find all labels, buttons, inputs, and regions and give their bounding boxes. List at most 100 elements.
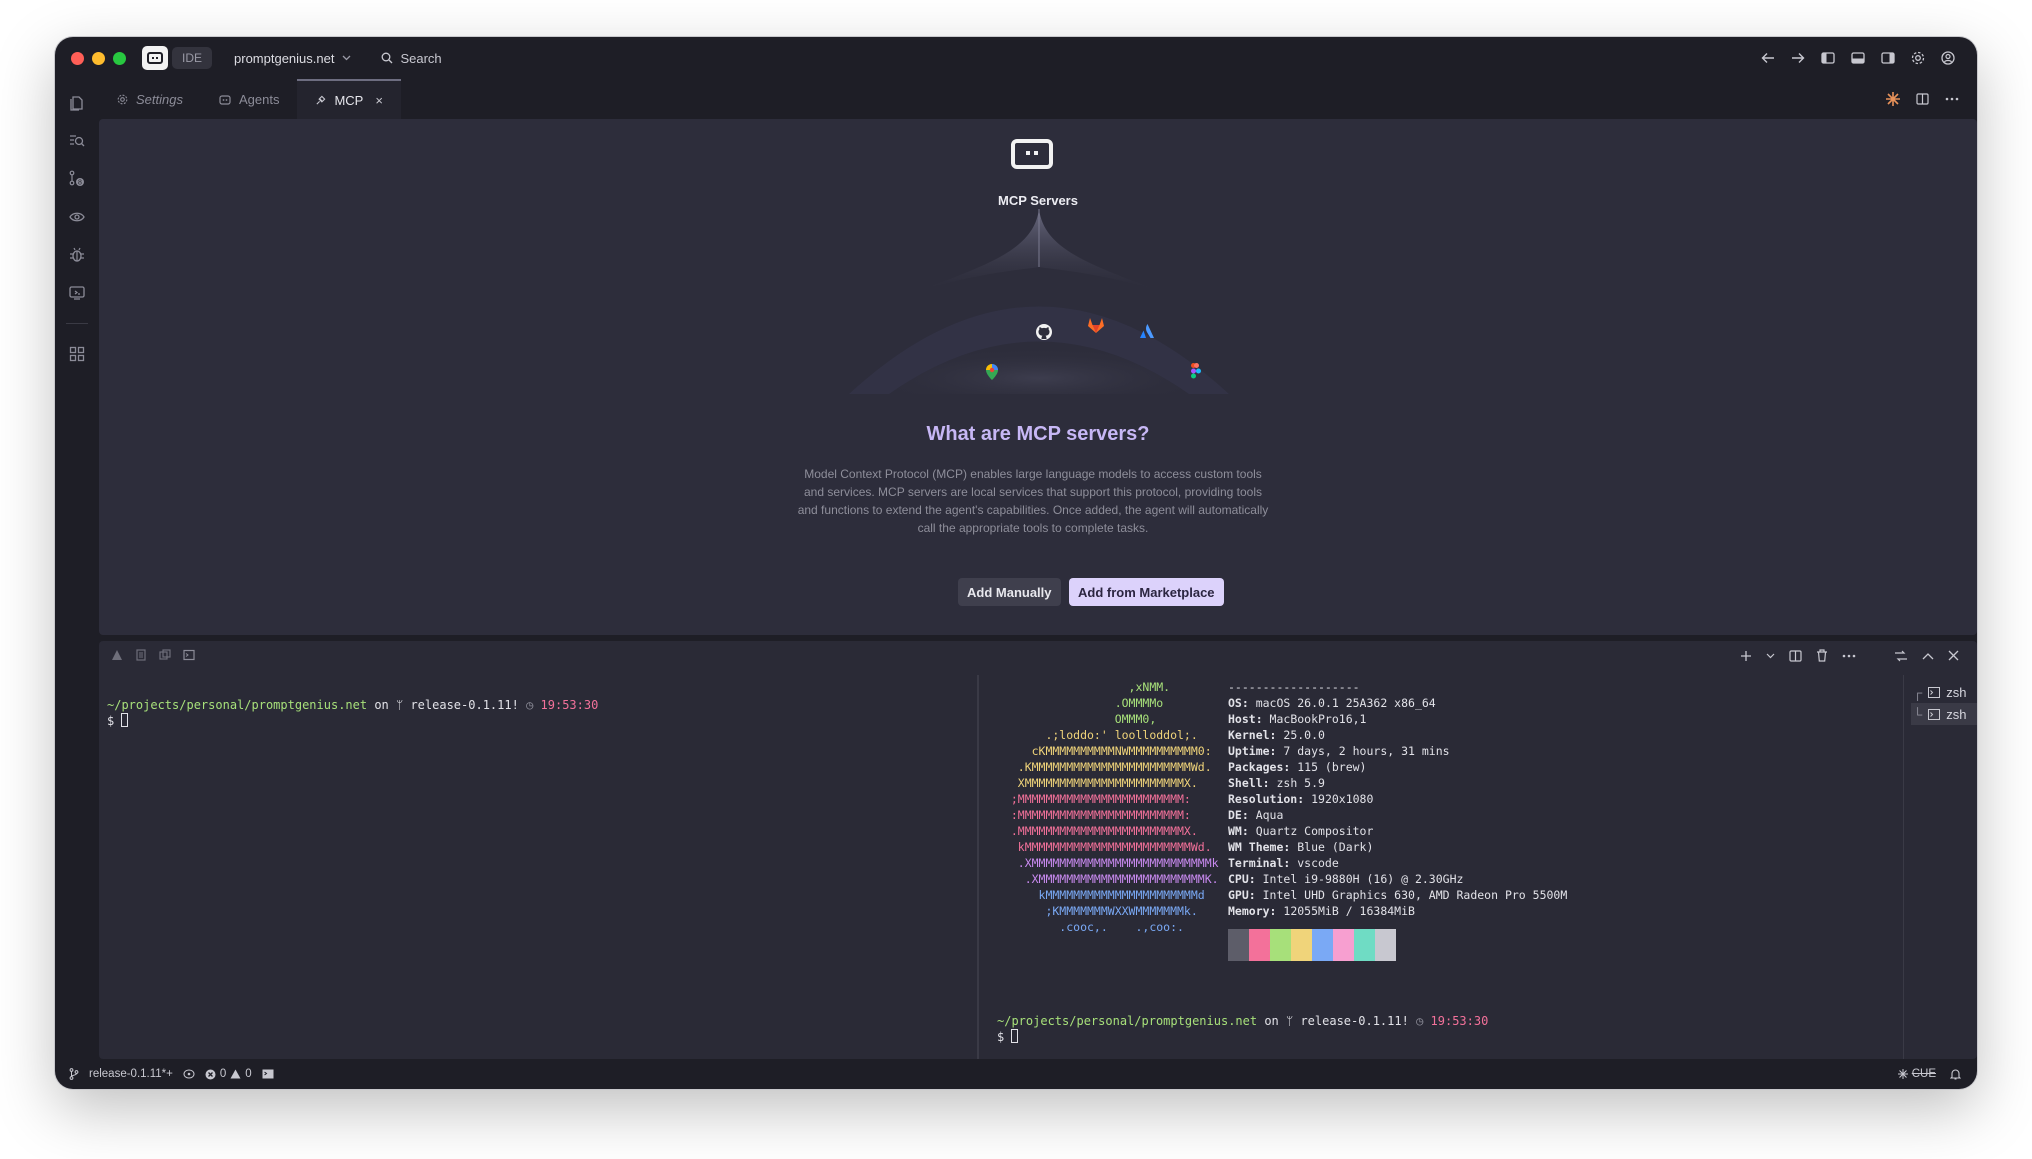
toggle-secondary-sidebar-icon[interactable] <box>1881 52 1895 64</box>
ide-mode-badge[interactable]: IDE <box>172 47 213 69</box>
tab-agents[interactable]: Agents <box>201 79 297 119</box>
info-row: Uptime: 7 days, 2 hours, 31 mins <box>1228 743 1567 759</box>
status-right: CUE <box>1897 1068 1961 1080</box>
add-manually-button[interactable]: Add Manually <box>958 578 1061 606</box>
info-value: 1920x1080 <box>1304 792 1374 806</box>
info-key: Uptime: <box>1228 744 1277 758</box>
debug-console-icon[interactable] <box>159 649 171 661</box>
prompt-line: ~/projects/personal/promptgenius.net on … <box>107 697 598 713</box>
back-arrow-icon[interactable] <box>1761 52 1775 64</box>
maximize-window-button[interactable] <box>113 51 126 65</box>
terminal-right-prompt[interactable]: ~/projects/personal/promptgenius.net on … <box>997 1013 1488 1045</box>
ascii-line: ;KMMMMMMMWXXWMMMMMMMk. <box>997 904 1198 918</box>
problems-status[interactable]: 0 0 <box>205 1068 252 1080</box>
output-icon[interactable] <box>135 649 147 661</box>
activity-bar: 8 <box>55 79 99 1059</box>
info-key: Memory: <box>1228 904 1277 918</box>
ascii-line: kMMMMMMMMMMMMMMMMMMMMMMd <box>997 888 1205 902</box>
split-terminal-icon[interactable] <box>1789 649 1802 662</box>
remote-explorer-icon[interactable] <box>67 283 87 303</box>
info-row: DE: Aqua <box>1228 807 1567 823</box>
search-box[interactable]: Search <box>381 51 442 66</box>
panel-tabs <box>111 649 195 661</box>
terminal-session-item[interactable]: ┌ zsh <box>1911 681 1977 703</box>
input-line: $ <box>107 713 598 729</box>
add-from-marketplace-button[interactable]: Add from Marketplace <box>1069 578 1224 606</box>
toggle-sidebar-icon[interactable] <box>1821 52 1835 64</box>
trash-icon[interactable] <box>1816 649 1828 662</box>
extensions-icon[interactable] <box>67 344 87 364</box>
info-value: zsh 5.9 <box>1269 776 1325 790</box>
cue-status[interactable]: CUE <box>1897 1068 1936 1080</box>
sync-icon[interactable] <box>183 1069 195 1079</box>
tab-settings[interactable]: Settings <box>99 79 201 119</box>
ide-window: IDE promptgenius.net Search 8 Settings A… <box>55 37 1977 1089</box>
close-window-button[interactable] <box>71 51 84 65</box>
prompt-time: 19:53:30 <box>1430 1014 1489 1028</box>
new-terminal-icon[interactable] <box>1740 650 1752 662</box>
close-panel-icon[interactable] <box>1948 650 1959 661</box>
warning-icon <box>230 1069 241 1079</box>
bell-icon[interactable] <box>1950 1068 1961 1080</box>
terminal-split-divider[interactable] <box>977 675 979 1059</box>
ascii-line: .OMMMMo <box>997 696 1164 710</box>
google-maps-icon <box>986 364 998 380</box>
plug-icon <box>316 95 326 105</box>
chevron-down-icon[interactable] <box>1766 653 1775 659</box>
source-control-icon[interactable]: 8 <box>67 169 87 189</box>
info-row: Kernel: 25.0.0 <box>1228 727 1567 743</box>
layout-toggle-icon[interactable] <box>1894 650 1908 662</box>
neofetch-logo: ,xNMM. .OMMMMo OMMM0, .;loddo:' loollodd… <box>997 679 1219 935</box>
git-branch-icon: ᛘ <box>396 698 404 712</box>
split-editor-icon[interactable] <box>1916 93 1929 105</box>
error-icon <box>205 1069 216 1079</box>
info-row: CPU: Intel i9-9880H (16) @ 2.30GHz <box>1228 871 1567 887</box>
sparkle-icon[interactable] <box>1886 92 1900 106</box>
ascii-line: .cooc,. .,coo:. <box>997 920 1184 934</box>
terminal-cursor <box>121 713 129 727</box>
terminal-status-icon[interactable] <box>262 1069 274 1079</box>
git-branch-icon: ᛘ <box>1286 1014 1294 1028</box>
status-branch[interactable]: release-0.1.11*+ <box>89 1068 173 1080</box>
more-actions-icon[interactable] <box>1945 97 1959 101</box>
activity-divider <box>66 323 88 324</box>
info-row: Terminal: vscode <box>1228 855 1567 871</box>
toggle-panel-icon[interactable] <box>1851 52 1865 64</box>
status-bar: release-0.1.11*+ 0 0 CUE <box>55 1059 1977 1089</box>
terminal-tab-icon[interactable] <box>183 649 195 661</box>
project-switcher[interactable]: promptgenius.net <box>234 51 351 66</box>
minimize-window-button[interactable] <box>92 51 105 65</box>
info-value: Intel i9-9880H (16) @ 2.30GHz <box>1255 872 1464 886</box>
info-value: Quartz Compositor <box>1248 824 1374 838</box>
info-key: Shell: <box>1228 776 1270 790</box>
ascii-line: OMMM0, <box>997 712 1157 726</box>
color-swatch <box>1291 929 1312 961</box>
title-bar: IDE promptgenius.net Search <box>55 37 1977 79</box>
info-value: 7 days, 2 hours, 31 mins <box>1276 744 1450 758</box>
problems-icon[interactable] <box>111 649 123 661</box>
prompt-time: 19:53:30 <box>540 698 599 712</box>
prompt-line: ~/projects/personal/promptgenius.net on … <box>997 1013 1488 1029</box>
info-value: vscode <box>1290 856 1339 870</box>
maximize-panel-icon[interactable] <box>1922 652 1934 660</box>
ascii-line: .XMMMMMMMMMMMMMMMMMMMMMMMMK. <box>997 872 1219 886</box>
more-actions-icon[interactable] <box>1842 654 1856 658</box>
mcp-description: Model Context Protocol (MCP) enables lar… <box>797 467 1269 535</box>
ascii-line: ;MMMMMMMMMMMMMMMMMMMMMMMM: <box>997 792 1191 806</box>
explorer-icon[interactable] <box>67 93 87 113</box>
eye-icon[interactable] <box>67 207 87 227</box>
terminal-left-pane[interactable]: ~/projects/personal/promptgenius.net on … <box>107 697 598 729</box>
forward-arrow-icon[interactable] <box>1791 52 1805 64</box>
info-key: GPU: <box>1228 888 1256 902</box>
tab-label: Agents <box>238 91 280 107</box>
tab-mcp[interactable]: MCP × <box>297 79 401 119</box>
account-icon[interactable] <box>1941 51 1955 65</box>
terminal-session-item[interactable]: └ zsh <box>1911 703 1977 725</box>
debug-icon[interactable] <box>67 245 87 265</box>
info-value: Aqua <box>1248 808 1284 822</box>
search-in-files-icon[interactable] <box>67 131 87 151</box>
info-key: DE: <box>1228 808 1249 822</box>
gear-icon[interactable] <box>1911 51 1925 65</box>
info-key: CPU: <box>1228 872 1256 886</box>
close-tab-icon[interactable]: × <box>375 93 383 108</box>
